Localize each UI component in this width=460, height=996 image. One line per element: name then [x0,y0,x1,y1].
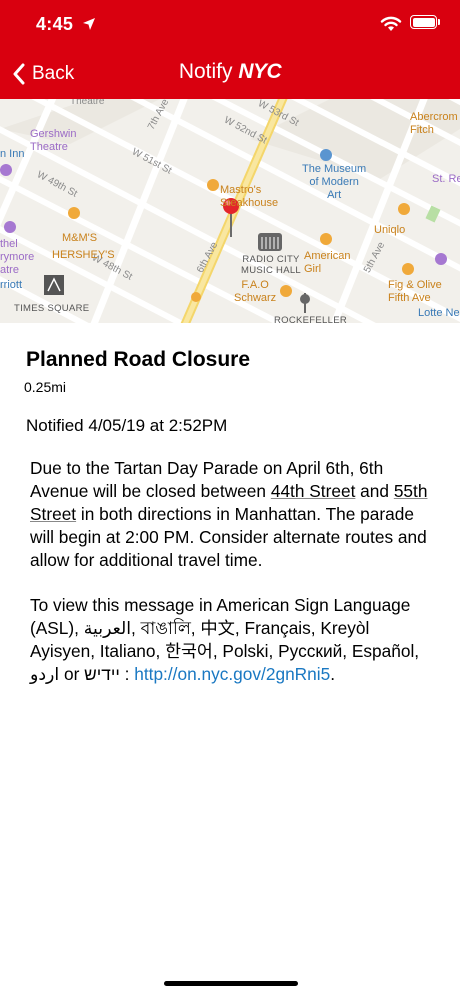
alert-p1-text-c: in both directions in Manhattan. The par… [30,504,427,570]
map-poi-times-square[interactable]: TIMES SQUARE [14,303,89,314]
app-header: 4:45 Back Notify NYC [0,0,460,99]
street-link-44th[interactable]: 44th Street [271,481,356,501]
map-poi-ethel[interactable]: thel rymore atre [0,238,34,277]
map-poi-abercrombie[interactable]: Abercrom Fitch [410,111,458,137]
alert-notified-time: Notified 4/05/19 at 2:52PM [26,416,228,435]
map-poi-mms[interactable]: M&M'S [62,232,97,245]
alert-body: Due to the Tartan Day Parade on April 6t… [30,457,435,686]
app-title: Notify NYC [0,60,460,84]
translation-link[interactable]: http://on.nyc.gov/2gnRni5 [134,664,330,684]
alert-p2-end: . [330,664,336,684]
alert-p1-text-b: and [355,481,394,501]
map-poi-mastros[interactable]: Mastro's Steakhouse [220,184,278,210]
map-poi-rockefeller[interactable]: ROCKEFELLER [274,315,347,323]
map-poi-rriott[interactable]: rriott [0,279,22,292]
home-indicator[interactable] [164,981,298,986]
map-poi-american-girl[interactable]: American Girl [304,250,350,276]
battery-cap [438,19,440,25]
alert-paragraph-1: Due to the Tartan Day Parade on April 6t… [30,457,435,572]
map-poi-moma[interactable]: The Museum of Modern Art [302,163,366,202]
map-poi-uniqlo[interactable]: Uniqlo [374,224,405,237]
wifi-icon [380,16,402,31]
map-view[interactable]: Theatre Gershwin Theatre n Inn 7th Ave W… [0,99,460,323]
status-time: 4:45 [36,14,74,34]
map-poi-inn[interactable]: n Inn [0,148,24,161]
map-poi-radio-city[interactable]: RADIO CITY MUSIC HALL [241,254,301,276]
app-title-nyc: NYC [238,60,282,83]
battery-icon [410,15,437,29]
map-poi-lotte[interactable]: Lotte Ne [418,307,460,320]
alert-paragraph-2: To view this message in American Sign La… [30,594,435,686]
app-title-notify: Notify [178,60,239,83]
navigation-bar: Back Notify NYC [0,52,460,96]
map-label-theatre: Theatre [70,99,105,107]
alert-distance: 0.25mi [24,379,67,395]
map-poi-hersheys[interactable]: HERSHEY'S [52,249,115,262]
status-bar: 4:45 [0,0,460,50]
map-poi-fao[interactable]: F.A.O Schwarz [234,279,276,305]
map-poi-st-re[interactable]: St. Re [432,173,460,186]
alert-title: Planned Road Closure [26,348,251,371]
location-arrow-icon [83,18,95,30]
map-poi-fig-olive[interactable]: Fig & Olive Fifth Ave [388,279,442,305]
map-poi-gershwin[interactable]: Gershwin Theatre [30,128,76,154]
